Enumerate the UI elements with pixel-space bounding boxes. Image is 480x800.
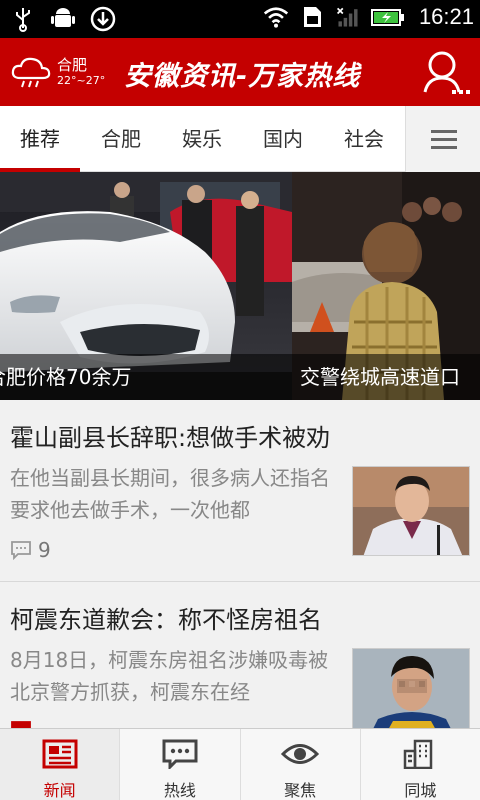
comment-icon xyxy=(11,541,31,560)
headline-carousel[interactable]: 合肥价格70余万 交警绕城高速道口 xyxy=(0,172,480,400)
weather-widget[interactable]: 合肥 22°~27° xyxy=(10,52,110,92)
tab-domestic[interactable]: 国内 xyxy=(242,106,324,172)
nav-city[interactable]: 同城 xyxy=(359,729,480,800)
menu-icon xyxy=(431,130,457,133)
download-icon xyxy=(90,6,116,32)
city-icon xyxy=(404,739,433,769)
nav-focus-label: 聚焦 xyxy=(284,781,317,800)
comment-count: 9 xyxy=(10,538,51,562)
nav-news[interactable]: 新闻 xyxy=(0,729,120,800)
bottom-navigation: 新闻 热线 聚焦 同城 xyxy=(0,728,480,800)
news-summary: 8月18日，柯震东房祖名涉嫌吸毒被北京警方抓获，柯震东在经 xyxy=(10,648,329,704)
eye-icon xyxy=(281,744,320,764)
usb-icon xyxy=(16,8,30,32)
carousel-slide[interactable]: 交警绕城高速道口 xyxy=(292,172,480,400)
nav-city-label: 同城 xyxy=(404,781,437,800)
news-summary: 在他当副县长期间，很多病人还指名要求他去做手术，一次他都 xyxy=(10,466,330,522)
tab-recommend[interactable]: 推荐 xyxy=(0,106,80,172)
user-icon[interactable] xyxy=(420,48,472,98)
battery-icon xyxy=(370,9,404,26)
carousel-slide[interactable]: 合肥价格70余万 xyxy=(0,172,292,400)
comment-count-value: 9 xyxy=(38,538,51,562)
nav-news-label: 新闻 xyxy=(43,781,76,800)
weather-city: 合肥 xyxy=(57,56,88,74)
app-header: 合肥 22°~27° 安徽资讯-万家热线 xyxy=(0,38,480,106)
news-item[interactable]: 柯震东道歉会：称不怪房祖名 8月18日，柯震东房祖名涉嫌吸毒被北京警方抓获，柯震… xyxy=(0,582,480,728)
news-item[interactable]: 霍山副县长辞职:想做手术被劝 在他当副县长期间，很多病人还指名要求他去做手术，一… xyxy=(0,400,480,582)
status-bar: 16:21 xyxy=(0,0,480,38)
carousel-caption: 合肥价格70余万 xyxy=(0,354,292,400)
news-title: 霍山副县长辞职:想做手术被劝 xyxy=(10,424,331,452)
nav-focus[interactable]: 聚焦 xyxy=(239,729,360,800)
clock: 16:21 xyxy=(418,4,474,29)
wifi-icon xyxy=(263,7,289,28)
nav-hotline[interactable]: 热线 xyxy=(119,729,239,800)
tab-society[interactable]: 社会 xyxy=(324,106,404,172)
tab-entertainment[interactable]: 娱乐 xyxy=(162,106,242,172)
news-icon xyxy=(42,739,78,769)
app-title: 安徽资讯-万家热线 xyxy=(124,61,361,92)
hotline-icon xyxy=(162,739,198,769)
official-photo xyxy=(353,467,469,555)
signal-icon xyxy=(336,7,358,27)
news-title: 柯震东道歉会：称不怪房祖名 xyxy=(10,606,322,634)
nav-hotline-label: 热线 xyxy=(163,781,196,800)
sim-card-icon xyxy=(303,7,321,27)
person-photo xyxy=(353,649,469,728)
menu-button[interactable] xyxy=(405,106,480,172)
category-tabs: 推荐 合肥 娱乐 国内 社会 xyxy=(0,106,480,172)
carousel-caption: 交警绕城高速道口 xyxy=(292,354,480,400)
tab-hefei[interactable]: 合肥 xyxy=(80,106,162,172)
android-icon xyxy=(51,8,75,27)
weather-temperature: 22°~27° xyxy=(57,74,106,87)
news-thumbnail xyxy=(352,466,470,556)
comment-count xyxy=(10,720,38,728)
comment-icon xyxy=(11,721,31,728)
cloud-rain-icon xyxy=(11,57,51,88)
news-thumbnail xyxy=(352,648,470,728)
news-list: 霍山副县长辞职:想做手术被劝 在他当副县长期间，很多病人还指名要求他去做手术，一… xyxy=(0,400,480,728)
